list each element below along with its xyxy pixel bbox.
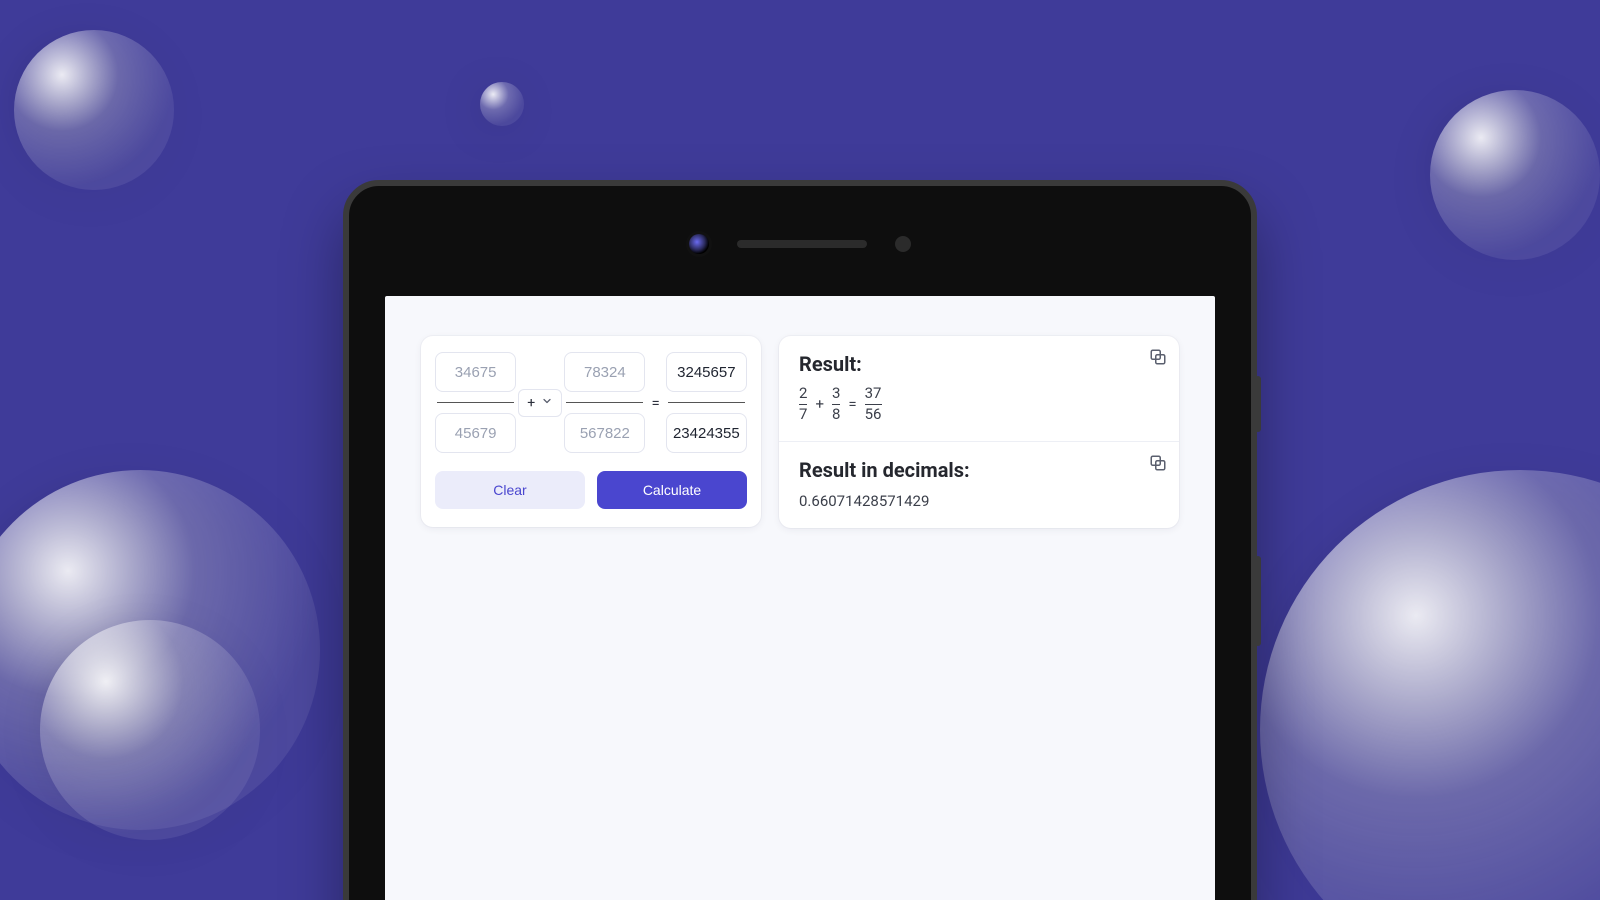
operator-select[interactable]: + [518,389,562,417]
result-frac-b: 3 8 [832,386,840,423]
fraction-bar [566,402,643,403]
result-decimal-title: Result in decimals: [799,458,1159,482]
result-card: Result: 2 7 + 3 8 = 37 [779,336,1179,528]
copy-icon[interactable] [1149,348,1167,366]
equals-sign: = [647,394,663,412]
speaker-slot [737,240,867,248]
expr-plus: + [815,395,824,413]
fraction1-numerator-input[interactable] [435,352,516,392]
chevron-down-icon [541,395,553,411]
fraction-bar [668,402,745,403]
calculate-button[interactable]: Calculate [597,471,747,509]
background-sphere [14,30,174,190]
fraction2-denominator-input[interactable] [564,413,645,453]
result-decimal-section: Result in decimals: 0.66071428571429 [779,441,1179,528]
fraction-1 [435,352,516,453]
app-screen: + = Clear Ca [385,296,1215,900]
clear-button[interactable]: Clear [435,471,585,509]
copy-icon[interactable] [1149,454,1167,472]
result-title: Result: [799,352,1159,376]
result-expression: 2 7 + 3 8 = 37 56 [799,386,1159,423]
result-fraction-section: Result: 2 7 + 3 8 = 37 [779,336,1179,441]
background-sphere [1260,470,1600,900]
camera-icon [689,234,709,254]
tablet-side-button [1255,376,1261,432]
tablet-side-button [1255,556,1261,646]
result-decimal-value: 0.66071428571429 [799,492,1159,510]
calculator-card: + = Clear Ca [421,336,761,527]
fraction-inputs: + = [435,352,747,453]
fraction-result [666,352,747,453]
sensor-dot [895,236,911,252]
button-row: Clear Calculate [435,471,747,509]
fraction-bar [437,402,514,403]
fraction-2 [564,352,645,453]
result-frac-c: 37 56 [865,386,882,423]
tablet-frame: + = Clear Ca [343,180,1257,900]
background-sphere [1430,90,1600,260]
tablet-sensor-bar [349,234,1251,254]
result-frac-a: 2 7 [799,386,807,423]
result-denominator [666,413,747,453]
operator-value: + [527,395,535,411]
expr-eq: = [848,395,856,413]
background-sphere [40,620,260,840]
fraction1-denominator-input[interactable] [435,413,516,453]
fraction2-numerator-input[interactable] [564,352,645,392]
background-sphere [480,82,524,126]
result-numerator [666,352,747,392]
